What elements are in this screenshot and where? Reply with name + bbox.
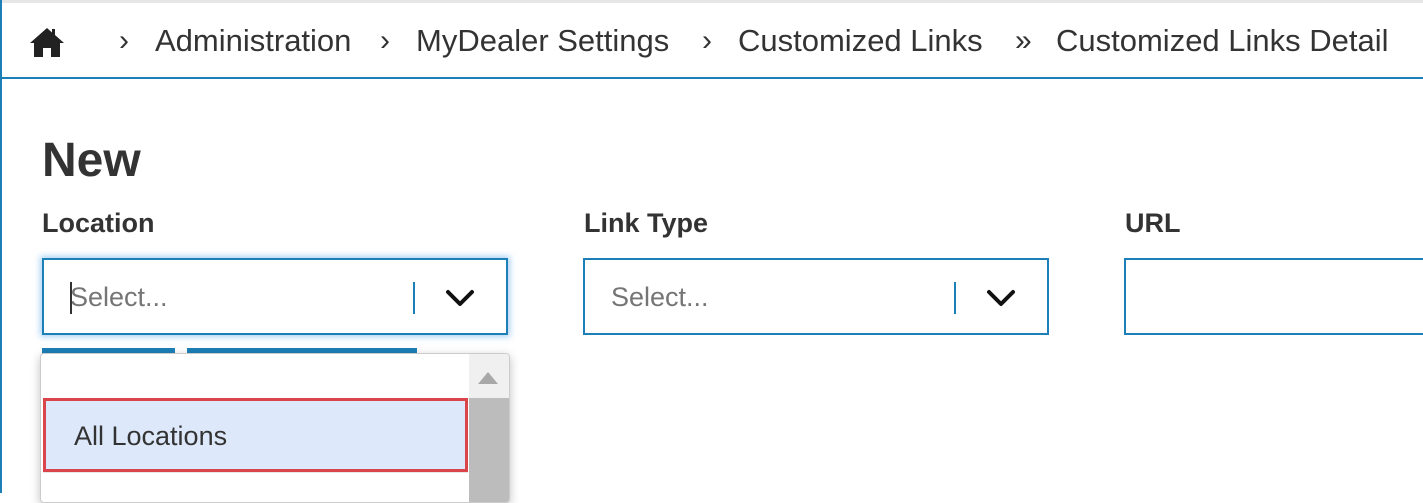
breadcrumb-separator-icon: ›: [119, 24, 129, 57]
dropdown-scrollbar[interactable]: [469, 354, 509, 502]
home-icon[interactable]: [28, 25, 66, 59]
breadcrumb: › Administration › MyDealer Settings › C…: [2, 0, 1423, 79]
chevron-down-icon[interactable]: [444, 284, 476, 312]
breadcrumb-item-mydealer-settings[interactable]: MyDealer Settings: [416, 21, 669, 61]
url-input[interactable]: [1124, 258, 1423, 335]
breadcrumb-item-customized-links[interactable]: Customized Links: [738, 21, 983, 61]
location-option-label: All Locations: [74, 421, 228, 451]
select-divider: [954, 282, 956, 314]
url-label: URL: [1125, 208, 1181, 238]
select-divider: [413, 282, 415, 314]
chevron-down-icon[interactable]: [985, 284, 1017, 312]
breadcrumb-item-administration[interactable]: Administration: [155, 21, 351, 61]
location-label: Location: [42, 208, 155, 238]
location-option-next[interactable]: [43, 472, 468, 502]
breadcrumb-separator-icon: ›: [380, 24, 390, 57]
text-cursor: [70, 282, 72, 314]
page-title: New: [42, 134, 141, 187]
link-type-select-placeholder: Select...: [611, 282, 709, 312]
scroll-up-arrow-icon[interactable]: [478, 372, 498, 384]
breadcrumb-separator-icon: »: [1015, 24, 1032, 57]
breadcrumb-separator-icon: ›: [702, 24, 712, 57]
location-dropdown-menu: All Locations: [40, 353, 510, 503]
scrollbar-thumb[interactable]: [469, 398, 509, 502]
location-option-all-locations[interactable]: All Locations: [43, 398, 468, 472]
location-select-placeholder: Select...: [70, 282, 168, 312]
app-frame: › Administration › MyDealer Settings › C…: [0, 0, 1423, 503]
link-type-select[interactable]: Select...: [583, 258, 1049, 335]
location-select[interactable]: Select...: [42, 258, 508, 335]
link-type-label: Link Type: [584, 208, 709, 238]
breadcrumb-item-customized-links-detail: Customized Links Detail: [1056, 23, 1389, 58]
